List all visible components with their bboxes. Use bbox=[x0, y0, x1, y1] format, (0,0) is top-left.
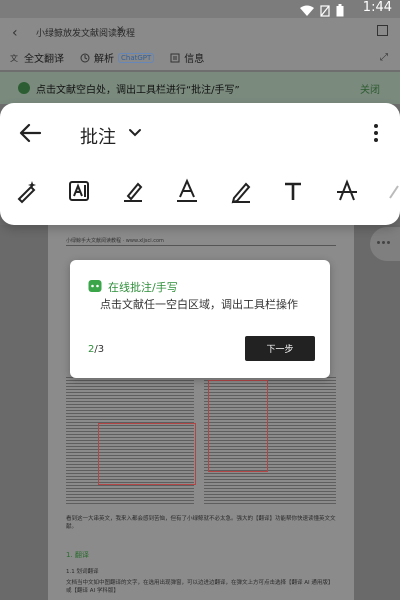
body-text: 文档当中文如中图翻译的文字，在选用出现弹窗，可以边进边翻译，在弹文上方可点击选择… bbox=[66, 580, 334, 594]
robot-icon bbox=[88, 278, 102, 297]
info-label: 信息 bbox=[184, 54, 205, 65]
highlighter-icon bbox=[124, 182, 143, 202]
svg-text:文: 文 bbox=[10, 53, 18, 63]
window-icon[interactable] bbox=[377, 25, 388, 36]
annotation-toolbar: 批注 bbox=[0, 103, 400, 225]
annotation-box-right bbox=[208, 380, 268, 472]
text-tool[interactable] bbox=[278, 173, 308, 209]
annotation-box-left bbox=[98, 423, 196, 485]
full-translate-label: 全文翻译 bbox=[24, 54, 64, 65]
text-box-icon bbox=[69, 181, 89, 201]
tip-bar: 点击文献空白处，调出工具栏进行“批注/手写” 关闭 bbox=[0, 72, 400, 104]
text-icon bbox=[285, 182, 301, 200]
next-step-button[interactable]: 下一步 bbox=[245, 336, 315, 361]
tool-row bbox=[0, 173, 400, 213]
header-divider bbox=[66, 245, 336, 246]
text-box-tool[interactable] bbox=[64, 173, 94, 209]
parse-label: 解析 bbox=[94, 54, 114, 65]
chevron-down-icon[interactable] bbox=[127, 125, 143, 145]
pen-tool[interactable] bbox=[226, 173, 256, 209]
more-vert-icon[interactable] bbox=[366, 122, 386, 148]
highlighter-tool[interactable] bbox=[118, 173, 148, 209]
pager-total: /3 bbox=[94, 344, 105, 355]
popup-description: 点击文献任一空白区域，调出工具栏操作 bbox=[100, 298, 298, 311]
popup-pager: 2/3 bbox=[88, 344, 104, 355]
subsection-title: 1.1 划词翻译 bbox=[66, 569, 99, 575]
full-translate-button[interactable]: 文 全文翻译 bbox=[10, 50, 64, 66]
info-button[interactable]: 信息 bbox=[170, 50, 204, 65]
tip-close-button[interactable]: 关闭 bbox=[360, 81, 380, 96]
guide-popup: 在线批注/手写 点击文献任一空白区域，调出工具栏操作 2/3 下一步 bbox=[70, 260, 330, 378]
tip-icon bbox=[18, 82, 30, 94]
side-more-button[interactable] bbox=[370, 227, 400, 261]
expand-icon[interactable]: ⤢ bbox=[380, 52, 388, 63]
pen-icon bbox=[231, 182, 251, 204]
toolbar-title[interactable]: 批注 bbox=[80, 123, 116, 149]
app-header: ‹ 小绿鲸放发文献阅读教程 × 文 全文翻译 解析 ChatGPT 信息 ⤢ bbox=[0, 18, 400, 70]
page-paragraph: 看到这一大串英文，我来入都会感到苦恼，但有了小绿鲸就不必太急。强大的【翻译】功能… bbox=[66, 516, 336, 530]
tab-close-icon[interactable]: × bbox=[116, 24, 124, 35]
more-dots-icon bbox=[377, 241, 380, 244]
underline-text-icon bbox=[177, 178, 197, 202]
translate-icon: 文 bbox=[10, 53, 18, 63]
underline-text-tool[interactable] bbox=[172, 173, 202, 209]
header-actions: 文 全文翻译 解析 ChatGPT 信息 bbox=[10, 50, 204, 65]
popup-title: 在线批注/手写 bbox=[108, 281, 178, 294]
pencil-icon bbox=[389, 185, 399, 199]
magic-pen-icon bbox=[17, 181, 36, 204]
parse-button[interactable]: 解析 ChatGPT bbox=[80, 50, 155, 65]
more-tool-partial[interactable] bbox=[384, 173, 400, 209]
strikethrough-tool[interactable] bbox=[332, 173, 362, 209]
status-bar: 1:44 bbox=[0, 0, 400, 18]
page-header: 小绿鲸手大文献阅读教程 · www.xljsci.com bbox=[66, 238, 164, 244]
chatgpt-badge: ChatGPT bbox=[118, 52, 155, 63]
parse-icon bbox=[80, 53, 90, 62]
back-chevron-icon[interactable]: ‹ bbox=[12, 25, 18, 41]
section-title: 1. 翻译 bbox=[66, 551, 89, 559]
tip-text: 点击文献空白处，调出工具栏进行“批注/手写” bbox=[36, 85, 240, 96]
strikethrough-icon bbox=[337, 179, 357, 201]
info-icon bbox=[170, 53, 180, 62]
back-arrow-icon[interactable] bbox=[16, 119, 44, 151]
magic-pen-tool[interactable] bbox=[12, 173, 42, 209]
status-time: 1:44 bbox=[362, 0, 392, 15]
